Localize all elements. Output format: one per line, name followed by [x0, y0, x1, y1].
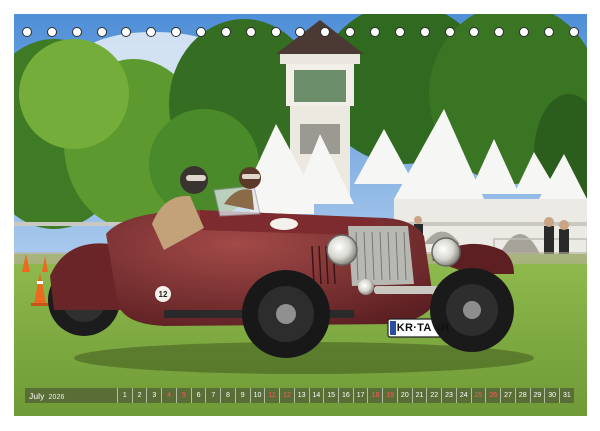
binding-ring — [146, 27, 157, 37]
binding-ring — [568, 27, 579, 37]
day-cell: 24 — [455, 388, 471, 403]
day-cell: 9 — [234, 388, 250, 403]
day-cell: 4 — [161, 388, 176, 403]
day-cell: 17 — [352, 388, 368, 403]
binding-ring — [46, 27, 57, 37]
binding-ring — [22, 27, 32, 37]
car-number-badge: 12 — [155, 286, 171, 302]
binding-ring — [370, 27, 381, 37]
binding-ring — [544, 27, 555, 37]
calendar-page: 12 KR·TA 4H July 2026 1 2 3 4 5 6 7 8 9 10 11 12 13 14… — [14, 14, 587, 416]
binding-ring — [419, 27, 430, 37]
calendar-strip: July 2026 1 2 3 4 5 6 7 8 9 10 11 12 13 14 15 16 17 18 19 20… — [25, 388, 574, 403]
day-cell: 14 — [308, 388, 324, 403]
binding-ring — [171, 27, 182, 37]
day-cell: 5 — [175, 388, 191, 403]
front-wheel — [430, 268, 514, 352]
binding-ring — [196, 27, 207, 37]
day-cell: 25 — [470, 388, 486, 403]
binding-ring — [444, 27, 455, 37]
binding-ring — [295, 27, 306, 37]
day-cell: 21 — [411, 388, 427, 403]
day-cell: 18 — [367, 388, 382, 403]
binding-ring — [469, 27, 480, 37]
day-cell: 15 — [323, 388, 338, 403]
day-cell: 27 — [500, 388, 515, 403]
day-cell: 1 — [117, 388, 132, 403]
mid-wheel — [242, 270, 330, 358]
license-plate: KR·TA 4H — [396, 322, 450, 334]
day-cell: 26 — [485, 388, 500, 403]
day-cell: 23 — [441, 388, 456, 403]
day-grid: 1 2 3 4 5 6 7 8 9 10 11 12 13 14 15 16 17 18 19 20 21 22 23 24 2… — [117, 388, 574, 403]
binding-ring — [320, 27, 331, 37]
day-cell: 10 — [249, 388, 265, 403]
binding-ring — [270, 27, 281, 37]
day-cell: 13 — [293, 388, 309, 403]
binding-ring — [245, 27, 256, 37]
day-cell: 3 — [146, 388, 161, 403]
day-cell: 31 — [559, 388, 574, 403]
year-label: 2026 — [48, 393, 65, 401]
binding-ring — [494, 27, 505, 37]
binding-ring — [121, 27, 132, 37]
day-cell: 16 — [338, 388, 353, 403]
binding-ring — [394, 27, 405, 37]
day-cell: 29 — [529, 388, 545, 403]
spiral-binding — [22, 24, 579, 40]
day-cell: 2 — [131, 388, 147, 403]
day-cell: 30 — [544, 388, 559, 403]
day-cell: 19 — [382, 388, 397, 403]
binding-ring — [71, 27, 82, 37]
day-cell: 22 — [426, 388, 441, 403]
day-cell: 6 — [190, 388, 206, 403]
month-name: July — [29, 390, 45, 401]
day-cell: 12 — [279, 388, 294, 403]
day-cell: 28 — [514, 388, 530, 403]
day-cell: 7 — [205, 388, 220, 403]
binding-ring — [345, 27, 356, 37]
day-cell: 8 — [220, 388, 235, 403]
month-label: July 2026 — [25, 391, 117, 401]
tree — [19, 39, 129, 149]
vintage-race-car-photo — [14, 14, 587, 416]
binding-ring — [220, 27, 231, 37]
day-cell: 11 — [264, 388, 279, 403]
binding-ring — [519, 27, 530, 37]
binding-ring — [96, 27, 107, 37]
day-cell: 20 — [396, 388, 412, 403]
